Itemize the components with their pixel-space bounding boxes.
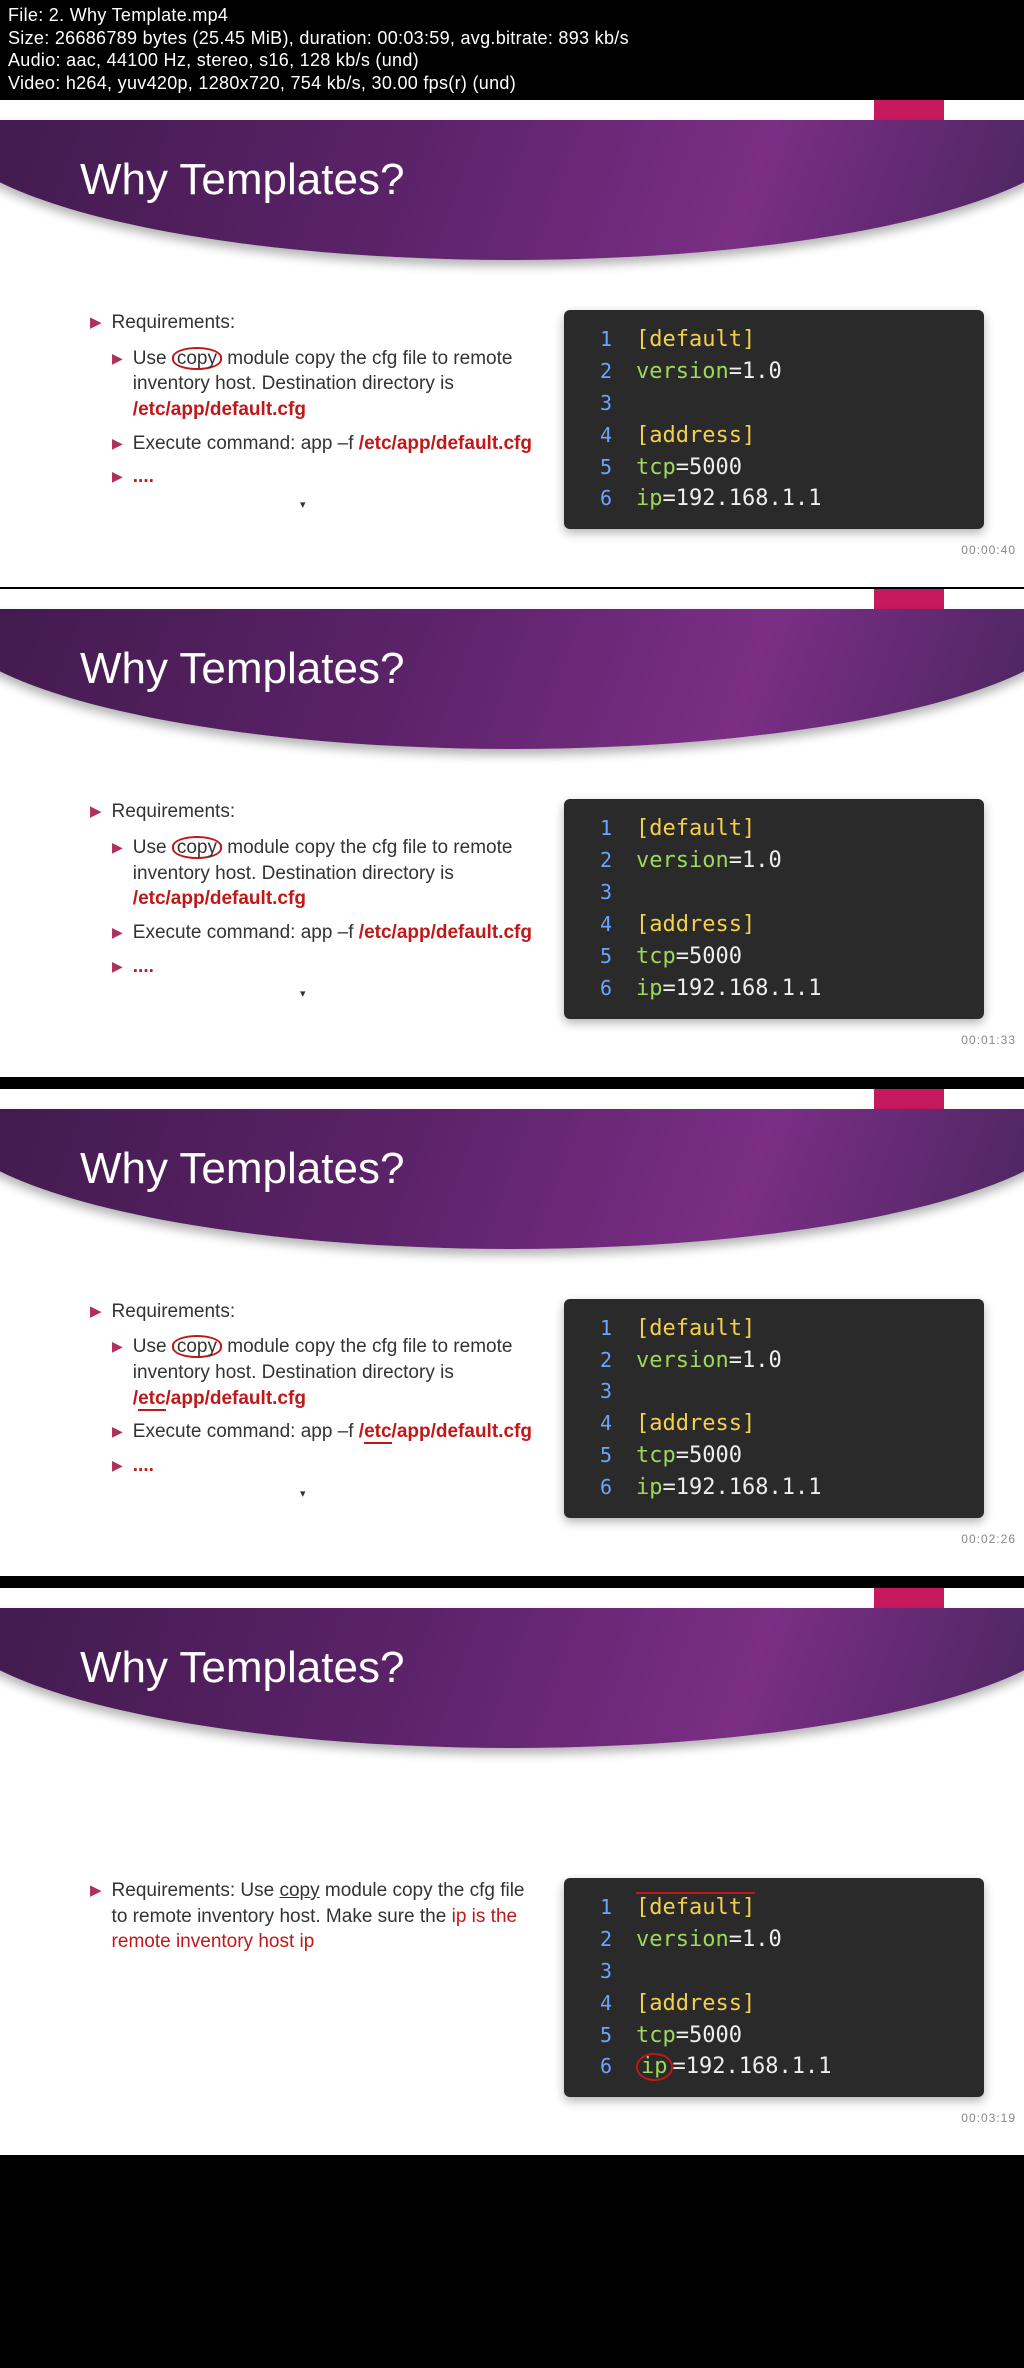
bullet-icon: ▶: [112, 1456, 123, 1479]
req-item-exec: Execute command: app –f /etc/app/default…: [133, 431, 532, 457]
requirements-label: Requirements:: [112, 310, 236, 336]
requirements-label: Requirements:: [112, 799, 236, 825]
req-dots: ....: [133, 464, 154, 490]
bullet-icon: ▶: [90, 313, 102, 336]
bullet-icon: ▶: [90, 1881, 102, 1955]
slide-1: Why Templates? ▶ Requirements: ▶ Use copy…: [0, 100, 1024, 589]
slide-title: Why Templates?: [80, 1643, 404, 1693]
slide-4: Why Templates? ▶ Requirements: Use copy …: [0, 1588, 1024, 2157]
timestamp: 00:02:26: [0, 1532, 1024, 1546]
bullet-icon: ▶: [90, 802, 102, 825]
bullet-icon: ▶: [112, 838, 123, 912]
timestamp: 00:03:19: [0, 2111, 1024, 2125]
slide-title: Why Templates?: [80, 644, 404, 694]
bullet-icon: ▶: [90, 1302, 102, 1325]
circled-default: [default]: [636, 1892, 755, 1920]
bullet-icon: ▶: [112, 957, 123, 980]
meta-video: Video: h264, yuv420p, 1280x720, 754 kb/s…: [8, 72, 1016, 95]
underlined-etc: etc: [138, 1388, 165, 1411]
slide-3: Why Templates? ▶ Requirements: ▶ Use copy…: [0, 1089, 1024, 1578]
timestamp: 00:00:40: [0, 543, 1024, 557]
req-item-exec: Execute command: app –f /etc/app/default…: [133, 920, 532, 946]
meta-size: Size: 26686789 bytes (25.45 MiB), durati…: [8, 27, 1016, 50]
code-block: 1[default] 2version=1.0 3 4[address] 5tc…: [564, 799, 984, 1018]
circled-copy: copy: [172, 347, 222, 370]
meta-audio: Audio: aac, 44100 Hz, stereo, s16, 128 k…: [8, 49, 1016, 72]
circled-copy: copy: [172, 1335, 222, 1358]
bullet-icon: ▶: [112, 923, 123, 946]
req-dots: ....: [133, 954, 154, 980]
underlined-copy: copy: [279, 1880, 319, 1901]
timestamp: 00:01:33: [0, 1033, 1024, 1047]
req-item-copy: Use copy module copy the cfg file to rem…: [133, 346, 539, 423]
requirements-label: Requirements:: [112, 1299, 236, 1325]
slide-title: Why Templates?: [80, 1144, 404, 1194]
bullet-icon: ▶: [112, 1337, 123, 1411]
slide-2: Why Templates? ▶ Requirements: ▶ Use copy…: [0, 589, 1024, 1078]
circled-ip: ip: [636, 2053, 673, 2080]
req-item-single: Requirements: Use copy module copy the c…: [112, 1878, 539, 1955]
req-dots: ....: [133, 1453, 154, 1479]
code-block: 1[default] 2version=1.0 3 4[address] 5tc…: [564, 310, 984, 529]
meta-file: File: 2. Why Template.mp4: [8, 4, 1016, 27]
underlined-etc: etc: [364, 1421, 391, 1444]
bullet-icon: ▶: [112, 434, 123, 457]
circled-copy: copy: [172, 836, 222, 859]
cursor-mark: ▾: [300, 987, 539, 1002]
bullet-icon: ▶: [112, 467, 123, 490]
code-block: 1[default] 2version=1.0 3 4[address] 5tc…: [564, 1878, 984, 2097]
req-item-copy: Use copy module copy the cfg file to rem…: [133, 1334, 539, 1411]
cursor-mark: ▾: [300, 498, 539, 513]
bullet-icon: ▶: [112, 349, 123, 423]
cursor-mark: ▾: [300, 1487, 539, 1502]
video-metadata-header: File: 2. Why Template.mp4 Size: 26686789…: [0, 0, 1024, 100]
slide-title: Why Templates?: [80, 155, 404, 205]
req-item-copy: Use copy module copy the cfg file to rem…: [133, 835, 539, 912]
code-block: 1[default] 2version=1.0 3 4[address] 5tc…: [564, 1299, 984, 1518]
bullet-icon: ▶: [112, 1422, 123, 1445]
req-item-exec: Execute command: app –f /etc/app/default…: [133, 1419, 532, 1445]
